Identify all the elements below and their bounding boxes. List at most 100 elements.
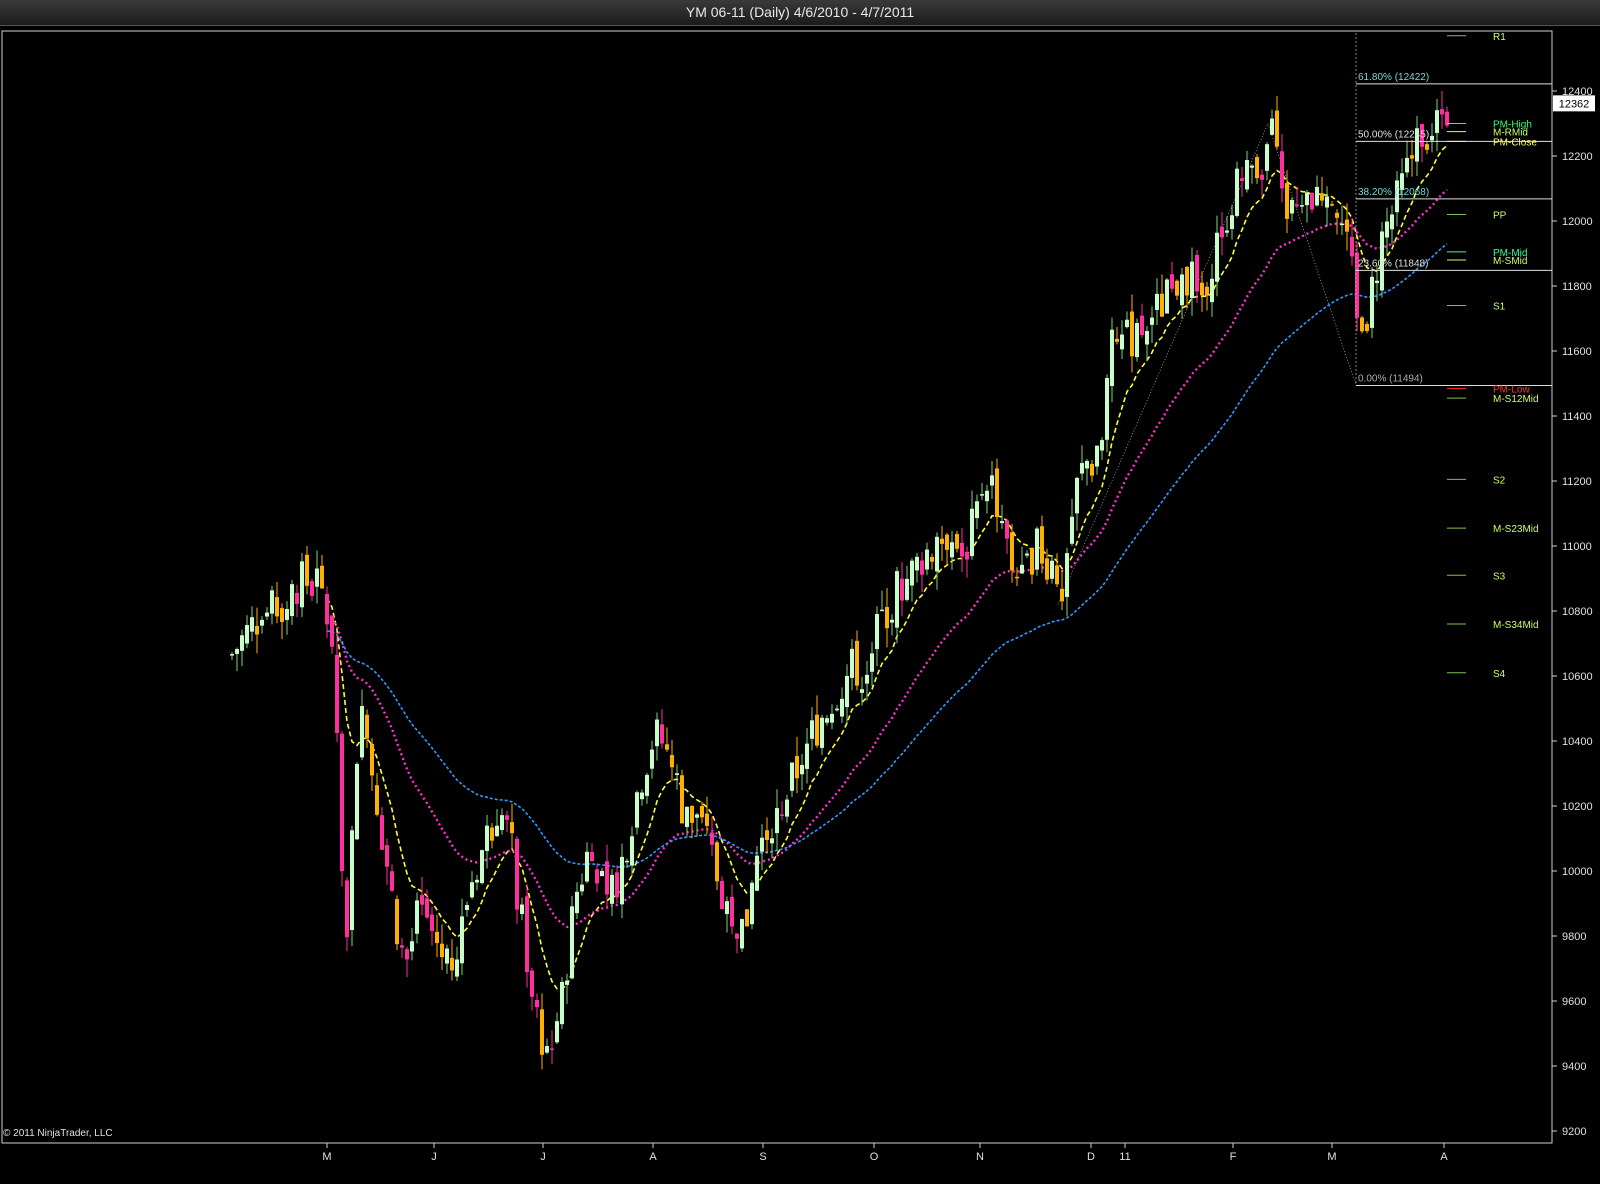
candle-body (605, 861, 609, 895)
candle-body (1205, 286, 1209, 296)
candle-body (515, 838, 519, 910)
candle-body (890, 619, 894, 623)
axes: 9200 9400 9600 9800 10000 10200 10400 10600 1080… (322, 86, 1595, 1163)
y-tick-label: 11000 (1562, 541, 1592, 553)
candle-body (1370, 276, 1374, 328)
candle-body (550, 1048, 554, 1050)
candle-body (455, 959, 459, 977)
pivot-label: R1 (1493, 32, 1506, 43)
candle-body (1100, 440, 1104, 451)
candle-body (1080, 463, 1084, 474)
ema-slow-line (326, 243, 1448, 868)
candle-body (1240, 178, 1244, 182)
y-tick-label: 10800 (1562, 606, 1593, 618)
candle-body (980, 494, 984, 496)
candle-body (1150, 317, 1154, 325)
candle-body (1135, 323, 1139, 358)
candle-body (1045, 558, 1049, 580)
candle-body (1160, 293, 1164, 317)
candle-body (575, 891, 579, 914)
candle-body (385, 845, 389, 867)
candle-body (850, 648, 854, 678)
candle-body (470, 882, 474, 898)
candle-body (300, 561, 304, 608)
candle-body (1180, 274, 1184, 306)
candle-body (355, 763, 359, 840)
candle-body (310, 581, 314, 596)
candle-body (585, 851, 589, 882)
price-chart[interactable]: 61.80% (12422) 50.00% (12245) 38.20% (1206… (0, 0, 1600, 1184)
x-tick-label: M (322, 1151, 331, 1163)
candle-body (1315, 186, 1319, 206)
y-tick-label: 10200 (1562, 801, 1593, 813)
chart-frame (1, 30, 1553, 1144)
fibonacci-retracement: 61.80% (12422) 50.00% (12245) 38.20% (1206… (1355, 33, 1552, 386)
candle-body (720, 880, 724, 910)
candle-body (525, 896, 529, 973)
candle-body (445, 948, 449, 964)
candle-body (1030, 547, 1034, 575)
candle-body (400, 945, 404, 948)
candle-body (610, 874, 614, 904)
candle-body (1290, 199, 1294, 214)
candle-body (275, 597, 279, 617)
candle-body (485, 825, 489, 851)
candle-body (335, 654, 339, 734)
pivot-label: M-SMid (1493, 256, 1527, 267)
candle-body (645, 774, 649, 796)
candle-body (885, 607, 889, 629)
candle-body (700, 806, 704, 818)
candle-body (465, 905, 469, 910)
candle-body (1375, 280, 1379, 284)
candle-body (955, 534, 959, 549)
candle-body (260, 619, 264, 626)
candle-body (1215, 232, 1219, 282)
candle-body (690, 805, 694, 823)
candle-body (580, 884, 584, 892)
candle-body (1225, 230, 1229, 233)
candle-body (1230, 215, 1234, 229)
candle-body (785, 799, 789, 817)
pivot-label: PP (1493, 211, 1507, 222)
candle-body (1440, 109, 1444, 115)
candle-body (315, 568, 319, 587)
x-tick-label: F (1230, 1151, 1237, 1163)
x-tick-label: D (1087, 1151, 1095, 1163)
candle-body (830, 713, 834, 723)
candle-body (595, 869, 599, 884)
candle-body (1270, 118, 1274, 135)
candle-body (695, 814, 699, 818)
candle-body (1190, 261, 1194, 299)
candle-body (475, 879, 479, 883)
candle-body (1340, 223, 1344, 226)
candle-body (280, 608, 284, 622)
candle-body (745, 909, 749, 927)
candle-body (1010, 532, 1014, 571)
candle-body (940, 538, 944, 544)
candle-body (255, 625, 259, 635)
candle-body (245, 625, 249, 644)
candle-body (450, 957, 454, 971)
candle-body (905, 578, 909, 600)
x-tick-label: J (540, 1151, 546, 1163)
y-tick-label: 9800 (1562, 931, 1586, 943)
candle-body (975, 501, 979, 519)
candle-body (960, 542, 964, 557)
candle-body (1235, 168, 1239, 216)
candle-body (330, 615, 334, 647)
y-tick-label: 11600 (1562, 346, 1592, 358)
candle-body (1260, 174, 1264, 180)
candle-body (935, 536, 939, 572)
candle-body (740, 919, 744, 949)
candle-body (1040, 526, 1044, 564)
y-tick-label: 10400 (1562, 736, 1593, 748)
y-tick-label: 10000 (1562, 866, 1593, 878)
candle-body (1070, 516, 1074, 544)
candle-body (1015, 576, 1019, 579)
candle-body (420, 894, 424, 905)
candle-body (840, 698, 844, 717)
fib-level-label: 0.00% (11494) (1358, 373, 1423, 384)
candle-body (1245, 160, 1249, 190)
candle-body (750, 882, 754, 925)
candle-body (930, 557, 934, 562)
